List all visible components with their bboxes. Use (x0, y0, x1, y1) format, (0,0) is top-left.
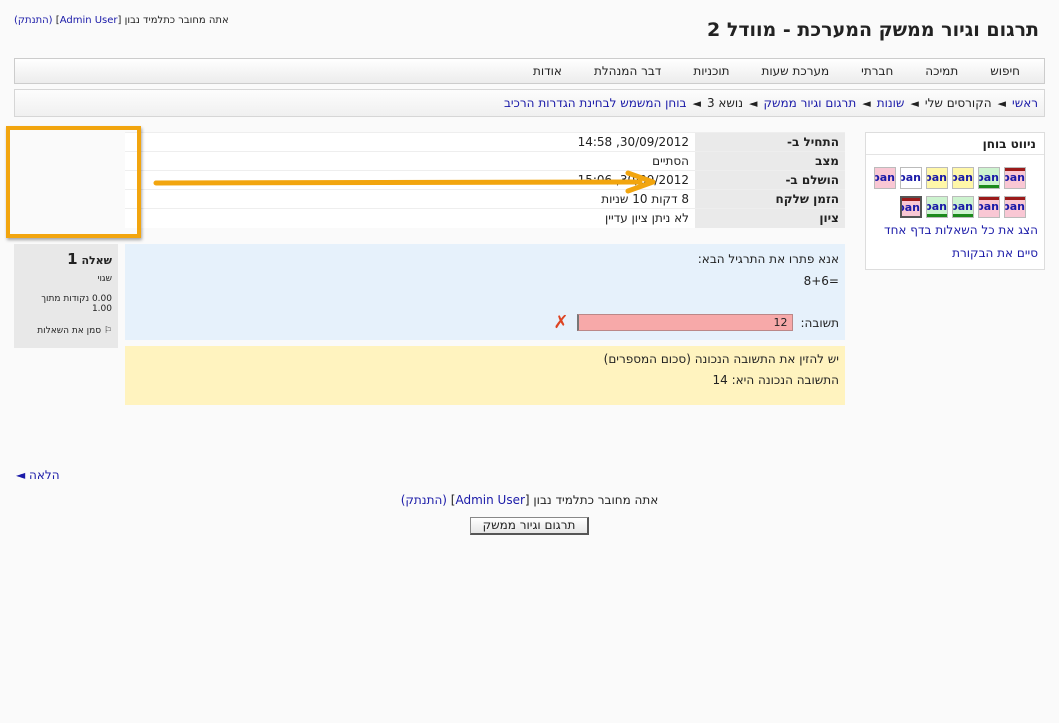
summary-value: 30/09/2012, 14:58 (125, 132, 695, 152)
quiz-nav-button-label: pan (926, 200, 947, 213)
quiz-nav-button-label: pan (926, 171, 947, 184)
quiz-nav-status-bar (1005, 197, 1025, 200)
question-number: שאלה 1 (20, 250, 112, 268)
quiz-nav-button[interactable]: pan (1004, 167, 1026, 189)
flag-icon: ⚐ (103, 326, 112, 336)
quiz-nav-button[interactable]: pan (900, 196, 922, 218)
quiz-nav-button[interactable]: pan (952, 167, 974, 189)
summary-value: הסתיים (125, 151, 695, 171)
breadcrumb-separator: ◄ (910, 96, 919, 110)
quiz-nav-button[interactable]: pan (952, 196, 974, 218)
answer-input[interactable]: 12 (576, 314, 793, 331)
general-feedback: יש להזין את התשובה הנכונה (סכום המספרים) (603, 352, 839, 366)
summary-label: הושלם ב- (695, 170, 845, 190)
annotation-arrow-icon (153, 170, 656, 194)
question-number-value: 1 (67, 250, 78, 268)
quiz-nav-button-label: pan (902, 201, 920, 214)
logout-link[interactable]: (התנתק) (14, 15, 53, 26)
summary-row-started: התחיל ב- 30/09/2012, 14:58 (125, 132, 845, 152)
site-title: תרגום וגיור ממשק המערכת - מוודל 2 (706, 19, 1039, 41)
quiz-nav-status-bar (979, 185, 999, 188)
login-info-top: אתה מחובר כתלמיד נבון [Admin User] (התנת… (14, 15, 229, 26)
summary-label: ציון (695, 208, 845, 228)
login-prefix: אתה מחובר כתלמיד נבון (124, 15, 229, 26)
quiz-navigation-title: ניווט בוחן (866, 133, 1044, 155)
flag-question-label: סמן את השאלות (37, 326, 102, 336)
highlight-box (6, 126, 141, 238)
question-grade: 0.00 נקודות מתוך 1.00 (41, 294, 112, 314)
summary-label: הזמן שלקח (695, 189, 845, 209)
question-state: שגוי (97, 274, 112, 284)
quiz-nav-button-label: pan (978, 200, 999, 213)
user-link[interactable]: Admin User (455, 493, 524, 507)
question-prompt: אנא פתרו את התרגיל הבא: (697, 252, 839, 266)
flag-question[interactable]: ⚐ סמן את השאלות (20, 326, 112, 336)
breadcrumb-misc[interactable]: שונות (877, 96, 905, 110)
summary-row-state: מצב הסתיים (125, 151, 845, 171)
right-answer: התשובה הנכונה היא: 14 (712, 373, 840, 387)
answer-label: תשובה: (800, 315, 839, 330)
breadcrumb-separator: ◄ (749, 96, 758, 110)
question-info: שאלה 1 שגוי 0.00 נקודות מתוך 1.00 ⚐ סמן … (14, 244, 118, 348)
feedback-box: יש להזין את התשובה הנכונה (סכום המספרים)… (125, 346, 845, 405)
quiz-nav-button[interactable]: pan (926, 196, 948, 218)
quiz-nav-button[interactable]: pan (874, 167, 896, 189)
quiz-nav-button[interactable]: pan (900, 167, 922, 189)
quiz-nav-button-label: pan (1004, 200, 1025, 213)
quiz-navigation-block: ניווט בוחן pan pan pan pan pan pan pan pan pan pa… (865, 132, 1045, 270)
login-prefix: אתה מחובר כתלמיד נבון (533, 493, 659, 507)
breadcrumb-quiz[interactable]: בוחן המשמש לבחינת הגדרות הרכיב (504, 96, 687, 110)
quiz-nav-status-bar (902, 198, 920, 201)
breadcrumb-my-courses: הקורסים שלי (924, 96, 992, 110)
menu-item-support[interactable]: תמיכה (909, 64, 974, 78)
breadcrumb-separator: ◄ (862, 96, 871, 110)
question-expression: 8+6= (803, 274, 839, 288)
quiz-nav-status-bar (1005, 168, 1025, 171)
main-menu: חיפוש תמיכה חברתי מערכת שעות תוכניות דבר… (14, 58, 1045, 84)
menu-item-timetable[interactable]: מערכת שעות (746, 64, 846, 78)
breadcrumb: ראשי ◄ הקורסים שלי ◄ שונות ◄ תרגום וגיור ממ… (14, 89, 1045, 117)
question-number-label: שאלה (81, 254, 112, 267)
quiz-nav-button[interactable]: pan (1004, 196, 1026, 218)
breadcrumb-home[interactable]: ראשי (1012, 96, 1038, 110)
home-course-button[interactable]: תרגום וגיור ממשק (470, 517, 589, 535)
menu-item-social[interactable]: חברתי (845, 64, 909, 78)
quiz-nav-button-label: pan (952, 200, 973, 213)
menu-item-principal[interactable]: דבר המנהלת (578, 64, 677, 78)
show-all-questions-link[interactable]: הצג את כל השאלות בדף אחד (884, 223, 1038, 237)
question-content: אנא פתרו את התרגיל הבא: 8+6= תשובה: 12 ✗ (125, 244, 845, 340)
summary-value: לא ניתן ציון עדיין (125, 208, 695, 228)
breadcrumb-topic: נושא 3 (706, 96, 744, 110)
quiz-nav-button-label: pan (874, 171, 895, 184)
summary-row-grade: ציון לא ניתן ציון עדיין (125, 208, 845, 228)
summary-label: מצב (695, 151, 845, 171)
quiz-nav-button[interactable]: pan (978, 196, 1000, 218)
quiz-nav-button[interactable]: pan (978, 167, 1000, 189)
quiz-nav-button-label: pan (952, 171, 973, 184)
menu-item-programs[interactable]: תוכניות (677, 64, 745, 78)
login-info-bottom: אתה מחובר כתלמיד נבון [Admin User] (התנת… (400, 493, 659, 507)
quiz-nav-status-bar (953, 214, 973, 217)
quiz-nav-button[interactable]: pan (926, 167, 948, 189)
logout-link[interactable]: (התנתק) (401, 493, 447, 507)
quiz-nav-button-label: pan (900, 171, 921, 184)
quiz-nav-status-bar (979, 197, 999, 200)
quiz-nav-button-label: pan (978, 171, 999, 184)
breadcrumb-separator: ◄ (997, 96, 1007, 110)
summary-label: התחיל ב- (695, 132, 845, 152)
next-link[interactable]: הלאה ◄ (16, 468, 60, 482)
quiz-nav-status-bar (927, 214, 947, 217)
answer-row: תשובה: 12 ✗ (553, 312, 839, 333)
user-link[interactable]: Admin User (60, 15, 118, 26)
incorrect-icon: ✗ (553, 312, 569, 333)
menu-item-search[interactable]: חיפוש (974, 64, 1036, 78)
finish-review-link[interactable]: סיים את הבקורת (952, 246, 1038, 260)
menu-item-about[interactable]: אודות (517, 64, 578, 78)
breadcrumb-separator: ◄ (692, 96, 701, 110)
quiz-nav-button-label: pan (1004, 171, 1025, 184)
breadcrumb-course[interactable]: תרגום וגיור ממשק (763, 96, 856, 110)
